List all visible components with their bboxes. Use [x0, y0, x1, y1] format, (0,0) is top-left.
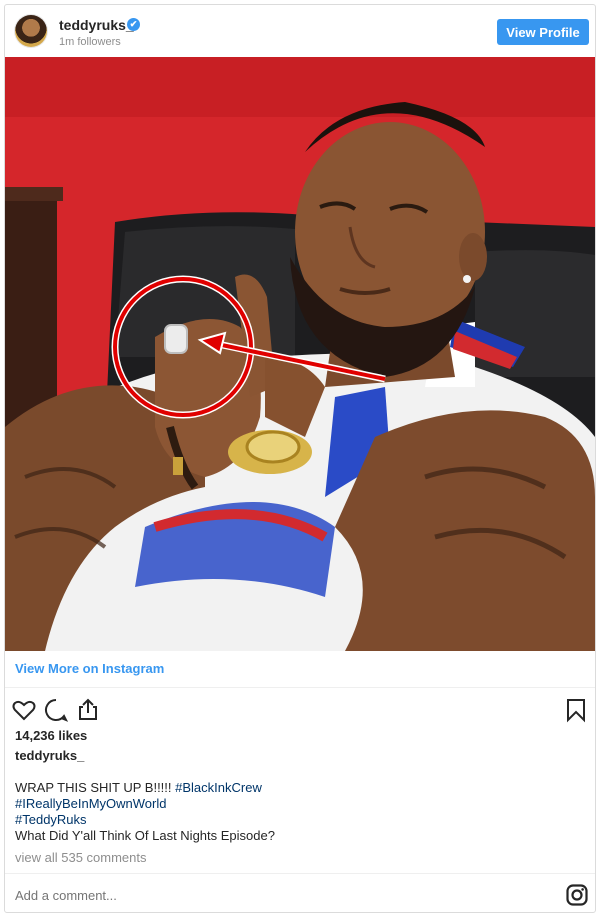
- username[interactable]: teddyruks_: [59, 17, 134, 33]
- hashtag-link[interactable]: #BlackInkCrew: [175, 780, 262, 795]
- caption-text: WRAP THIS SHIT UP B!!!!!: [15, 780, 176, 795]
- add-comment-input[interactable]: [15, 888, 415, 903]
- caption-text: What Did Y'all Think Of Last Nights Epis…: [15, 828, 275, 843]
- comment-icon[interactable]: [43, 697, 69, 723]
- instagram-embed-card: teddyruks_ ✔ 1m followers View Profile V…: [4, 4, 596, 913]
- verified-badge-icon: ✔: [127, 18, 140, 31]
- divider: [5, 687, 595, 688]
- view-more-on-instagram-link[interactable]: View More on Instagram: [15, 661, 164, 676]
- follower-count: 1m followers: [59, 36, 121, 48]
- post-photo[interactable]: [5, 57, 595, 651]
- caption-username[interactable]: teddyruks_: [15, 748, 84, 763]
- hashtag-link[interactable]: #IReallyBeInMyOwnWorld: [15, 796, 166, 811]
- avatar[interactable]: [15, 15, 47, 47]
- share-icon[interactable]: [75, 697, 101, 723]
- like-count[interactable]: 14,236 likes: [15, 728, 87, 743]
- bookmark-icon[interactable]: [563, 697, 589, 723]
- heart-icon[interactable]: [11, 697, 37, 723]
- view-all-comments-link[interactable]: view all 535 comments: [15, 850, 147, 865]
- photo-illustration: [5, 57, 595, 651]
- divider: [5, 873, 595, 874]
- instagram-logo-icon[interactable]: [566, 884, 588, 906]
- post-caption: WRAP THIS SHIT UP B!!!!! #BlackInkCrew #…: [15, 780, 575, 844]
- hashtag-link[interactable]: #TeddyRuks: [15, 812, 87, 827]
- view-profile-button[interactable]: View Profile: [497, 19, 589, 45]
- post-header: teddyruks_ ✔ 1m followers View Profile: [5, 5, 595, 57]
